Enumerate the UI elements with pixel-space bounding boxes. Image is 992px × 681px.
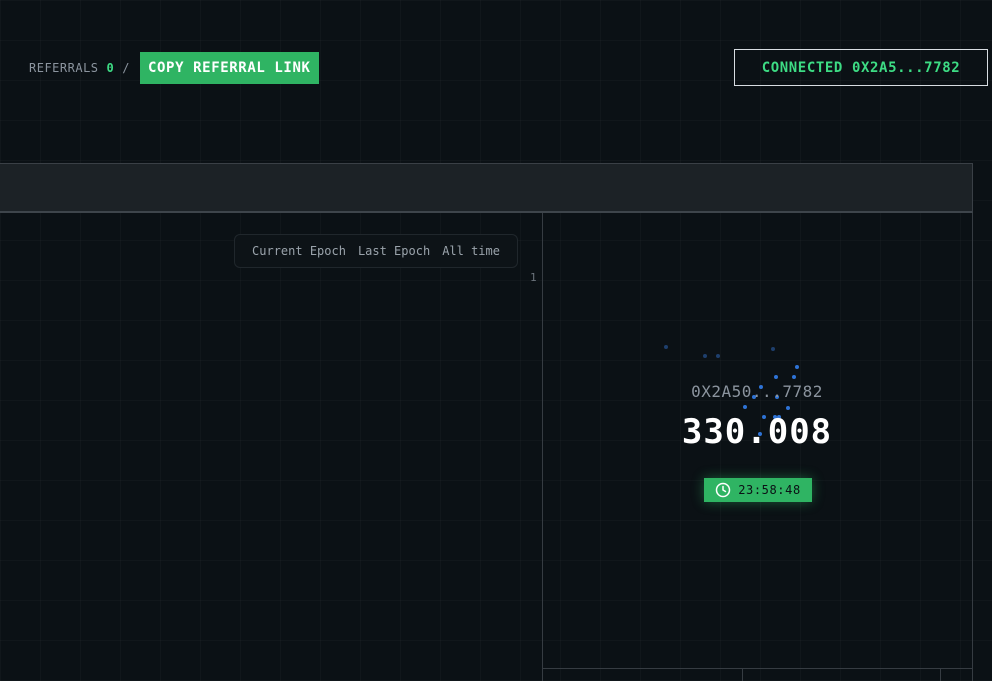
particle-dot: [795, 365, 799, 369]
particle-dot: [743, 405, 747, 409]
panel-border-right: [972, 213, 973, 681]
particle-dot: [792, 375, 796, 379]
particle-dot: [664, 345, 668, 349]
table-cell-divider: [742, 668, 743, 681]
particle-dot: [716, 354, 720, 358]
referrals-count: 0: [106, 61, 115, 75]
wallet-connected-button[interactable]: CONNECTED 0X2A5...7782: [734, 49, 988, 86]
epoch-tabs: Current Epoch Last Epoch All time: [234, 234, 518, 268]
particle-dot: [774, 375, 778, 379]
referrals-separator: /: [122, 61, 130, 75]
profile-address: 0X2A50...7782: [691, 382, 823, 401]
timer-value: 23:58:48: [738, 483, 801, 497]
wallet-status: CONNECTED: [761, 59, 843, 76]
particle-dot: [771, 347, 775, 351]
copy-referral-link-button[interactable]: COPY REFERRAL LINK: [140, 52, 319, 84]
tab-all-time[interactable]: All time: [442, 244, 500, 258]
tab-last-epoch[interactable]: Last Epoch: [358, 244, 430, 258]
particle-dot: [786, 406, 790, 410]
chart-axis-tick: 1: [530, 271, 537, 284]
epoch-timer: 23:58:48: [704, 478, 812, 502]
referrals-bar: REFERRALS 0 / COPY REFERRAL LINK: [29, 52, 319, 84]
panel-header: [0, 163, 973, 213]
wallet-address: 0X2A5...7782: [851, 59, 961, 76]
particle-dot: [703, 354, 707, 358]
table-top-rule: [542, 668, 973, 669]
profile-score: 330.008: [681, 412, 833, 452]
tab-current-epoch[interactable]: Current Epoch: [252, 244, 346, 258]
referrals-label: REFERRALS: [29, 61, 99, 75]
table-cell-divider: [940, 668, 941, 681]
clock-icon: [715, 482, 731, 498]
